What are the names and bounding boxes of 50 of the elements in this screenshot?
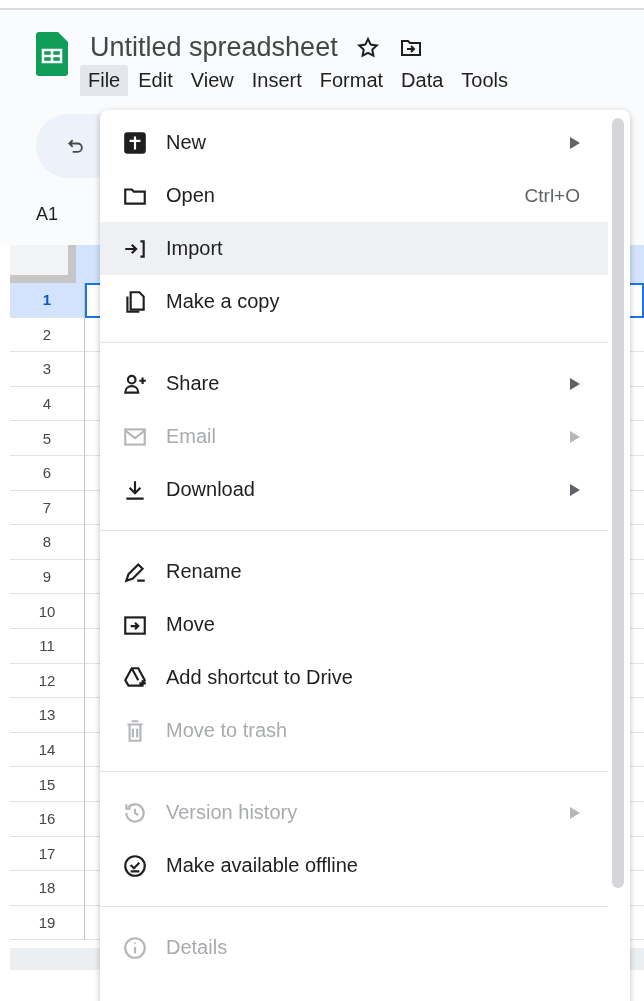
menu-tab[interactable]: Edit — [130, 65, 181, 96]
menu-item[interactable]: Download — [100, 463, 608, 516]
shortcut-text: Ctrl+O — [524, 184, 580, 207]
document-title[interactable]: Untitled spreadsheet — [90, 32, 338, 63]
row-header[interactable]: 6 — [10, 455, 85, 491]
row-header[interactable]: 8 — [10, 525, 85, 560]
row-header[interactable]: 11 — [10, 628, 85, 664]
menu-tab[interactable]: View — [182, 65, 242, 96]
row-header[interactable]: 10 — [10, 594, 85, 629]
menu-tab[interactable]: Tools — [453, 65, 517, 96]
menu-tab[interactable]: Format — [311, 65, 392, 96]
submenu-arrow-icon — [570, 483, 580, 496]
row-header[interactable]: 7 — [10, 490, 85, 526]
row-header[interactable]: 2 — [10, 317, 85, 353]
menu-item[interactable]: Open Ctrl+O — [100, 169, 608, 222]
row-header[interactable]: 13 — [10, 698, 85, 733]
row-header[interactable]: 14 — [10, 732, 85, 768]
row-header[interactable]: 16 — [10, 801, 85, 837]
submenu-arrow-icon — [570, 806, 580, 819]
offline-check-icon — [122, 852, 148, 879]
submenu-arrow-icon — [570, 430, 580, 443]
menu-item[interactable]: Make a copy — [100, 275, 608, 328]
menu-tab[interactable]: Insert — [243, 65, 310, 96]
info-icon — [122, 934, 148, 961]
menu-tab[interactable]: Data — [393, 65, 452, 96]
menu-tab[interactable]: File — [80, 65, 129, 96]
row-header[interactable]: 12 — [10, 663, 85, 699]
scrollbar-thumb[interactable] — [612, 118, 624, 888]
menu-item[interactable]: Add shortcut to Drive — [100, 651, 608, 704]
row-header[interactable]: 4 — [10, 386, 85, 422]
row-header[interactable]: 19 — [10, 905, 85, 941]
row-header[interactable]: 3 — [10, 352, 85, 387]
name-box[interactable]: A1 — [36, 204, 59, 225]
star-icon[interactable] — [355, 35, 380, 60]
menu-item[interactable]: Import — [100, 222, 608, 275]
spreadsheet-logo-icon — [36, 32, 68, 76]
row-header[interactable]: 9 — [10, 559, 85, 595]
menu-item[interactable]: Share — [100, 357, 608, 410]
menu-item[interactable]: Move — [100, 598, 608, 651]
plus-square-icon — [122, 129, 148, 156]
submenu-arrow-icon — [570, 377, 580, 390]
row-header[interactable]: 17 — [10, 836, 85, 872]
row-header[interactable]: 1 — [10, 283, 85, 318]
menu-item[interactable]: Make available offline — [100, 839, 608, 892]
submenu-arrow-icon — [570, 136, 580, 149]
row-header[interactable]: 15 — [10, 767, 85, 802]
row-header[interactable]: 5 — [10, 421, 85, 456]
menu-item[interactable]: New — [100, 116, 608, 169]
row-header[interactable]: 18 — [10, 871, 85, 906]
menu-item[interactable]: Rename — [100, 545, 608, 598]
